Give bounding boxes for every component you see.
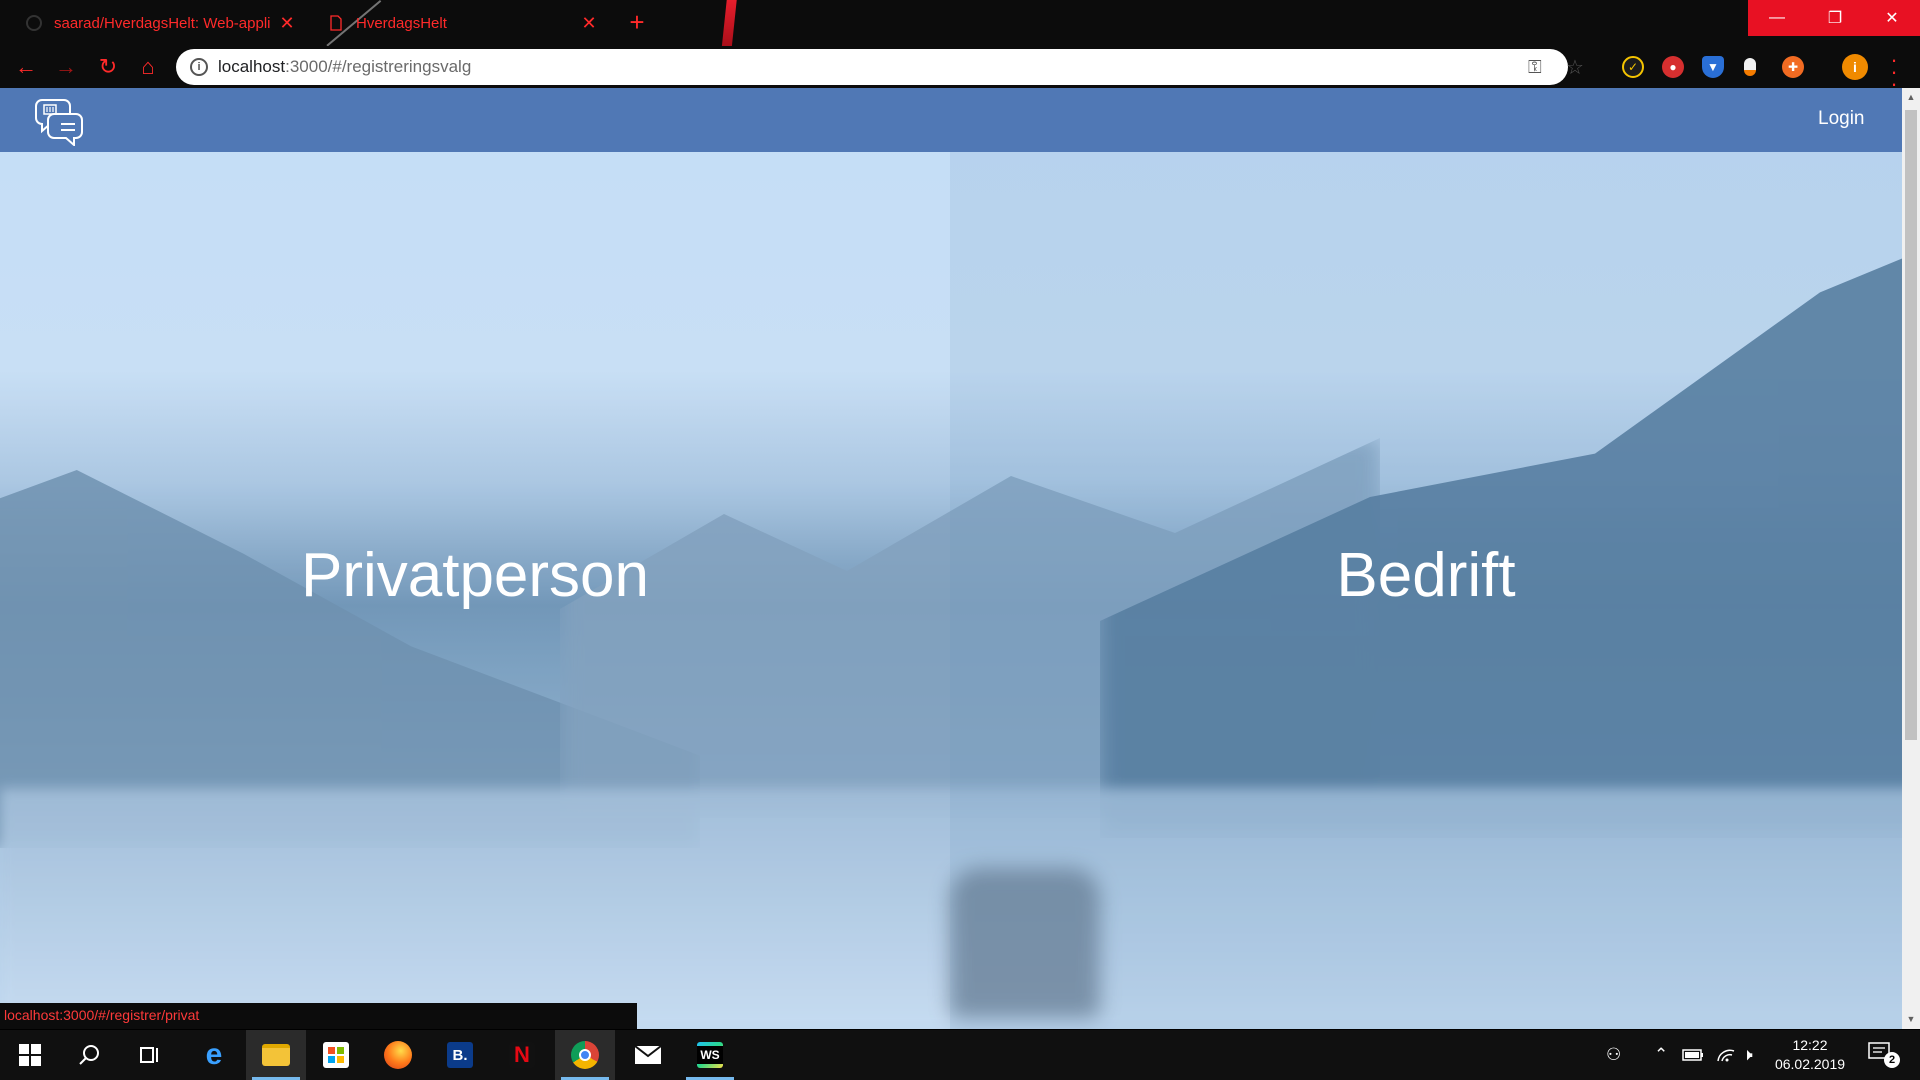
tab-title: HverdagsHelt — [356, 14, 447, 32]
task-view-icon[interactable] — [120, 1030, 180, 1080]
file-explorer-icon[interactable] — [246, 1030, 306, 1080]
decorative-streak — [717, 0, 737, 46]
github-icon — [26, 15, 42, 31]
scroll-up-arrow-icon[interactable]: ▲ — [1902, 92, 1920, 104]
tab-close-icon[interactable]: ✕ — [580, 13, 598, 34]
notification-center-icon[interactable]: 2 — [1868, 1042, 1900, 1068]
extension-shield-icon[interactable]: ● — [1662, 56, 1684, 78]
chrome-icon[interactable] — [555, 1030, 615, 1080]
extension-bottle-icon[interactable] — [1744, 58, 1756, 76]
choice-business-label: Bedrift — [1336, 541, 1516, 610]
window-maximize-button[interactable]: ❐ — [1806, 0, 1864, 36]
reload-icon[interactable]: ↻ — [94, 53, 122, 81]
store-bag-icon — [323, 1042, 349, 1068]
scroll-thumb[interactable] — [1905, 110, 1917, 740]
firefox-icon[interactable] — [368, 1030, 428, 1080]
choice-private-panel[interactable]: Privatperson — [0, 152, 950, 1029]
home-icon[interactable]: ⌂ — [134, 53, 162, 81]
extension-lifebuoy-icon[interactable]: ✚ — [1782, 56, 1804, 78]
page-icon — [330, 15, 342, 31]
search-icon[interactable] — [60, 1030, 120, 1080]
edge-browser-icon[interactable]: e — [184, 1030, 244, 1080]
extension-check-icon[interactable]: ✓ — [1622, 56, 1644, 78]
page-viewport: Login Privatperson Bedrift ▲ ▼ — [0, 88, 1920, 1029]
url-host: localhost — [218, 57, 286, 76]
chat-logo-icon[interactable] — [34, 96, 84, 146]
start-windows-icon[interactable] — [0, 1030, 60, 1080]
notification-count-badge: 2 — [1884, 1052, 1900, 1068]
page-scrollbar[interactable]: ▲ ▼ — [1902, 88, 1920, 1029]
tab-title: saarad/HverdagsHelt: Web-appli — [54, 14, 270, 32]
extension-vpn-shield-icon[interactable]: ▼ — [1702, 56, 1724, 78]
scroll-down-arrow-icon[interactable]: ▼ — [1902, 1014, 1920, 1026]
new-tab-button[interactable]: + — [622, 8, 652, 38]
back-arrow-icon[interactable]: ← — [12, 53, 40, 81]
webstorm-logo: WS — [697, 1042, 723, 1068]
forward-arrow-icon[interactable]: → — [52, 53, 80, 81]
key-icon[interactable]: ⚿ — [1528, 57, 1542, 78]
webstorm-logo-text: WS — [697, 1046, 723, 1064]
url-path: :3000/#/registreringsvalg — [285, 57, 472, 76]
app-navbar: Login — [0, 88, 1902, 152]
netflix-icon[interactable]: N — [492, 1030, 552, 1080]
wifi-icon[interactable] — [1716, 1030, 1736, 1080]
choice-private-label: Privatperson — [300, 541, 650, 610]
address-bar[interactable]: i localhost:3000/#/registreringsvalg ⚿ ☆ — [176, 49, 1584, 85]
site-info-icon[interactable]: i — [190, 58, 208, 76]
clock-date: 06.02.2019 — [1774, 1056, 1846, 1072]
battery-icon[interactable] — [1682, 1030, 1704, 1080]
address-url[interactable]: localhost:3000/#/registreringsvalg — [218, 57, 471, 77]
taskbar-clock[interactable]: 12:22 06.02.2019 — [1768, 1036, 1852, 1074]
bookmark-star-icon[interactable]: ☆ — [1566, 55, 1584, 80]
browser-menu-icon[interactable]: · · · — [1888, 49, 1900, 95]
browser-toolbar: ← → ↻ ⌂ i localhost:3000/#/registrerings… — [0, 46, 1920, 95]
browser-tab-strip: saarad/HverdagsHelt: Web-appli ✕ Hverdag… — [0, 0, 1920, 46]
booking-logo: B. — [447, 1042, 473, 1068]
window-minimize-button[interactable]: — — [1748, 0, 1806, 36]
window-close-button[interactable]: ✕ — [1864, 0, 1920, 36]
chevron-up-icon[interactable]: ⌃ — [1654, 1030, 1668, 1080]
store-icon[interactable] — [306, 1030, 366, 1080]
choice-business-panel[interactable]: Bedrift — [950, 152, 1902, 1029]
volume-muted-icon[interactable]: 🕨 — [1742, 1030, 1753, 1080]
clock-time: 12:22 — [1792, 1037, 1828, 1053]
link-status-bubble: localhost:3000/#/registrer/privat — [0, 1003, 637, 1029]
webstorm-icon[interactable]: WS — [680, 1030, 740, 1080]
profile-avatar-icon[interactable]: i — [1842, 54, 1868, 80]
mail-icon[interactable] — [618, 1030, 678, 1080]
tab-close-icon[interactable]: ✕ — [278, 13, 296, 34]
booking-icon[interactable]: B. — [430, 1030, 490, 1080]
windows-logo-icon — [19, 1044, 41, 1066]
folder-icon — [262, 1044, 290, 1066]
people-icon[interactable]: ⚇ — [1606, 1030, 1621, 1080]
windows-taskbar: e B. N WS ⚇ ⌃ 🕨 12:22 06.02.2019 2 — [0, 1030, 1920, 1080]
netflix-logo: N — [509, 1042, 535, 1068]
tab-github[interactable]: saarad/HverdagsHelt: Web-appli ✕ — [16, 4, 306, 42]
login-link[interactable]: Login — [1818, 108, 1865, 130]
tab-hverdagshelt[interactable]: HverdagsHelt ✕ — [318, 4, 608, 42]
